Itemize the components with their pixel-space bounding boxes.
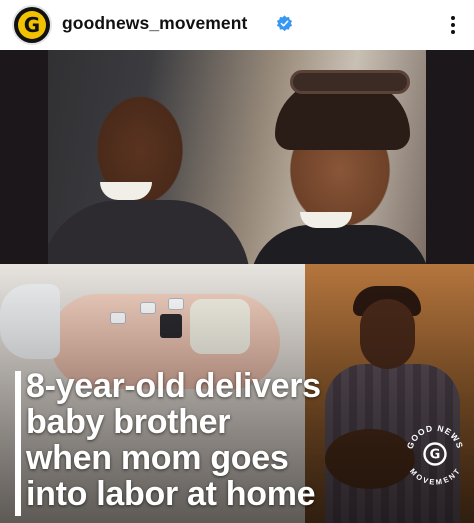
- logo-top-text: GOOD NEWS: [405, 423, 465, 450]
- headline-line: baby brother: [26, 403, 231, 441]
- selfie-photo: [0, 50, 474, 264]
- svg-text:GOOD NEWS: GOOD NEWS: [405, 423, 466, 450]
- headline-line: when mom goes: [26, 439, 289, 477]
- headline: 8-year-old delivers baby brother when mo…: [26, 368, 366, 512]
- headline-line: into labor at home: [26, 475, 316, 513]
- headline-line: 8-year-old delivers: [26, 367, 321, 405]
- post-image[interactable]: 8-year-old delivers baby brother when mo…: [0, 50, 474, 523]
- avatar-letter: G: [23, 13, 41, 37]
- more-options-icon[interactable]: [441, 10, 465, 40]
- svg-text:MOVEMENT: MOVEMENT: [408, 467, 462, 485]
- good-news-movement-logo-icon: GOOD NEWS MOVEMENT G: [405, 423, 466, 485]
- headline-accent-bar: [15, 371, 21, 516]
- logo-icon: G: [18, 11, 46, 39]
- logo-letter: G: [430, 448, 441, 463]
- username-link[interactable]: goodnews_movement: [62, 13, 247, 34]
- verified-badge-icon: [276, 15, 293, 32]
- post-header: G goodnews_movement: [0, 0, 474, 50]
- logo-bottom-text: MOVEMENT: [408, 467, 461, 485]
- account-avatar[interactable]: G: [12, 5, 52, 45]
